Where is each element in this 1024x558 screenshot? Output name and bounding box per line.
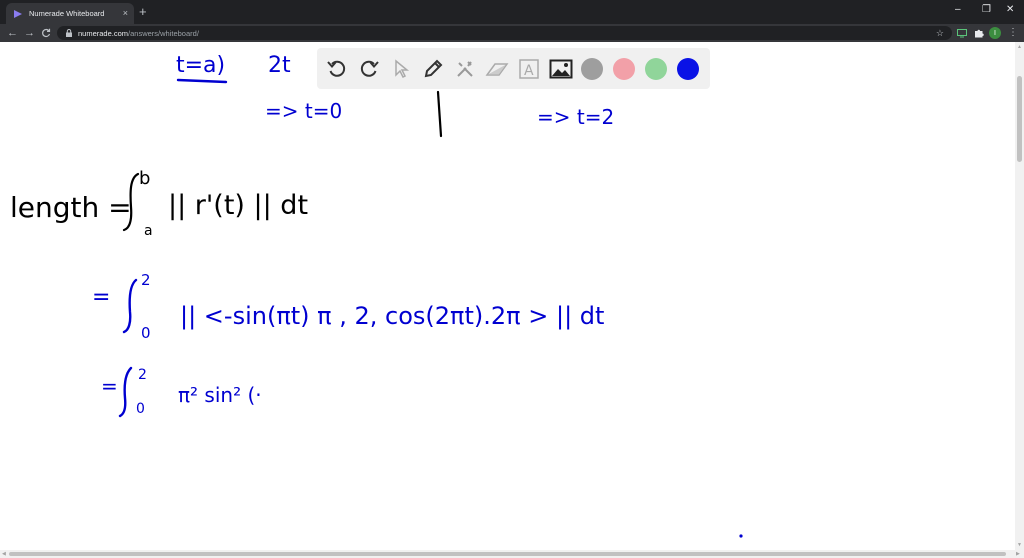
url-path: /answers/whiteboard/ bbox=[128, 28, 199, 38]
reload-button[interactable] bbox=[41, 26, 51, 42]
whiteboard-toolbar: A bbox=[317, 48, 710, 89]
svg-text:=: = bbox=[92, 285, 110, 310]
browser-toolbar: ← → numerade.com/answers/whiteboard/ ☆ I… bbox=[0, 24, 1024, 42]
eraser-icon[interactable] bbox=[485, 57, 509, 81]
line2-right: => t=2 bbox=[537, 105, 614, 129]
svg-text:a: a bbox=[144, 223, 153, 239]
undo-icon[interactable] bbox=[325, 57, 349, 81]
tools-icon[interactable] bbox=[453, 57, 477, 81]
svg-text:=> t=0: => t=0 bbox=[265, 99, 342, 123]
reload-icon bbox=[42, 28, 51, 38]
stray-ink-dot bbox=[739, 534, 743, 538]
back-button[interactable]: ← bbox=[7, 26, 18, 40]
url-host: numerade.com bbox=[78, 28, 129, 38]
line2-left: => t=0 bbox=[265, 99, 342, 123]
svg-text:π² sin² (·: π² sin² (· bbox=[178, 383, 262, 407]
tab-close-icon[interactable]: × bbox=[123, 9, 128, 18]
step2-expression: = 2 0 π² sin² (· bbox=[101, 366, 262, 418]
svg-text:length =: length = bbox=[10, 191, 132, 224]
color-swatch-pink[interactable] bbox=[613, 57, 635, 80]
svg-text:2: 2 bbox=[138, 367, 147, 383]
handwriting-layer: t=a) 2t => t=0 => t=2 length = b a || r'… bbox=[10, 53, 743, 538]
color-swatch-gray[interactable] bbox=[581, 57, 603, 80]
address-bar[interactable]: numerade.com/answers/whiteboard/ ☆ bbox=[57, 26, 952, 40]
scroll-up-icon[interactable]: ▲ bbox=[1015, 44, 1024, 50]
new-tab-button[interactable]: + bbox=[139, 5, 147, 19]
profile-avatar[interactable]: I bbox=[989, 27, 1001, 39]
color-swatch-green[interactable] bbox=[645, 57, 667, 80]
scroll-right-icon[interactable]: ▶ bbox=[1016, 550, 1020, 558]
svg-text:=> t=2: => t=2 bbox=[537, 105, 614, 129]
svg-text:|| <-sin(πt) π , 2, cos(2πt).2: || <-sin(πt) π , 2, cos(2πt).2π > || dt bbox=[180, 302, 604, 330]
redo-icon[interactable] bbox=[357, 57, 381, 81]
minimize-button[interactable]: – bbox=[955, 4, 961, 16]
step1-expression: = 2 0 || <-sin(πt) π , 2, cos(2πt).2π > … bbox=[92, 271, 604, 342]
pen-icon[interactable] bbox=[421, 57, 445, 81]
line1-left: t=a) bbox=[176, 53, 228, 84]
horizontal-scroll-thumb[interactable] bbox=[9, 552, 1006, 556]
scroll-down-icon[interactable]: ▼ bbox=[1015, 542, 1024, 548]
extensions-puzzle-icon[interactable] bbox=[973, 27, 985, 39]
select-icon[interactable] bbox=[389, 57, 413, 81]
forward-button[interactable]: → bbox=[24, 26, 35, 40]
vertical-scrollbar[interactable]: ▲ ▼ bbox=[1015, 42, 1024, 550]
svg-text:=: = bbox=[101, 374, 118, 398]
cast-extension-icon[interactable] bbox=[956, 27, 968, 39]
browser-tab[interactable]: Numerade Whiteboard × bbox=[6, 3, 134, 24]
separator-stroke bbox=[436, 90, 443, 138]
svg-text:t=a): t=a) bbox=[176, 53, 225, 78]
text-icon[interactable]: A bbox=[517, 57, 541, 81]
image-icon[interactable] bbox=[549, 57, 573, 81]
close-window-button[interactable]: ✕ bbox=[1006, 4, 1014, 16]
svg-text:|| r'(t) || dt: || r'(t) || dt bbox=[168, 190, 308, 221]
numerade-favicon-icon bbox=[12, 8, 23, 19]
svg-text:2: 2 bbox=[141, 271, 151, 289]
svg-text:2t: 2t bbox=[268, 53, 291, 78]
svg-text:0: 0 bbox=[136, 401, 145, 417]
browser-menu-icon[interactable]: ⋮ bbox=[1008, 26, 1018, 40]
length-formula: length = b a || r'(t) || dt bbox=[10, 168, 308, 239]
bookmark-star-icon[interactable]: ☆ bbox=[936, 26, 944, 40]
browser-tab-bar: Numerade Whiteboard × + – ❐ ✕ bbox=[0, 0, 1024, 24]
restore-button[interactable]: ❐ bbox=[982, 4, 991, 16]
scroll-left-icon[interactable]: ◀ bbox=[2, 550, 6, 558]
svg-text:0: 0 bbox=[141, 324, 151, 342]
url-text: numerade.com/answers/whiteboard/ bbox=[78, 29, 199, 38]
tab-title: Numerade Whiteboard bbox=[29, 9, 105, 18]
svg-text:A: A bbox=[524, 63, 534, 79]
lock-icon bbox=[65, 29, 73, 37]
line1-right: 2t bbox=[268, 53, 291, 78]
svg-text:b: b bbox=[139, 168, 150, 189]
whiteboard-canvas[interactable]: t=a) 2t => t=0 => t=2 length = b a || r'… bbox=[0, 42, 1015, 550]
horizontal-scrollbar[interactable]: ◀ ▶ bbox=[0, 550, 1024, 558]
vertical-scroll-thumb[interactable] bbox=[1017, 76, 1022, 162]
color-swatch-blue[interactable] bbox=[677, 57, 699, 80]
